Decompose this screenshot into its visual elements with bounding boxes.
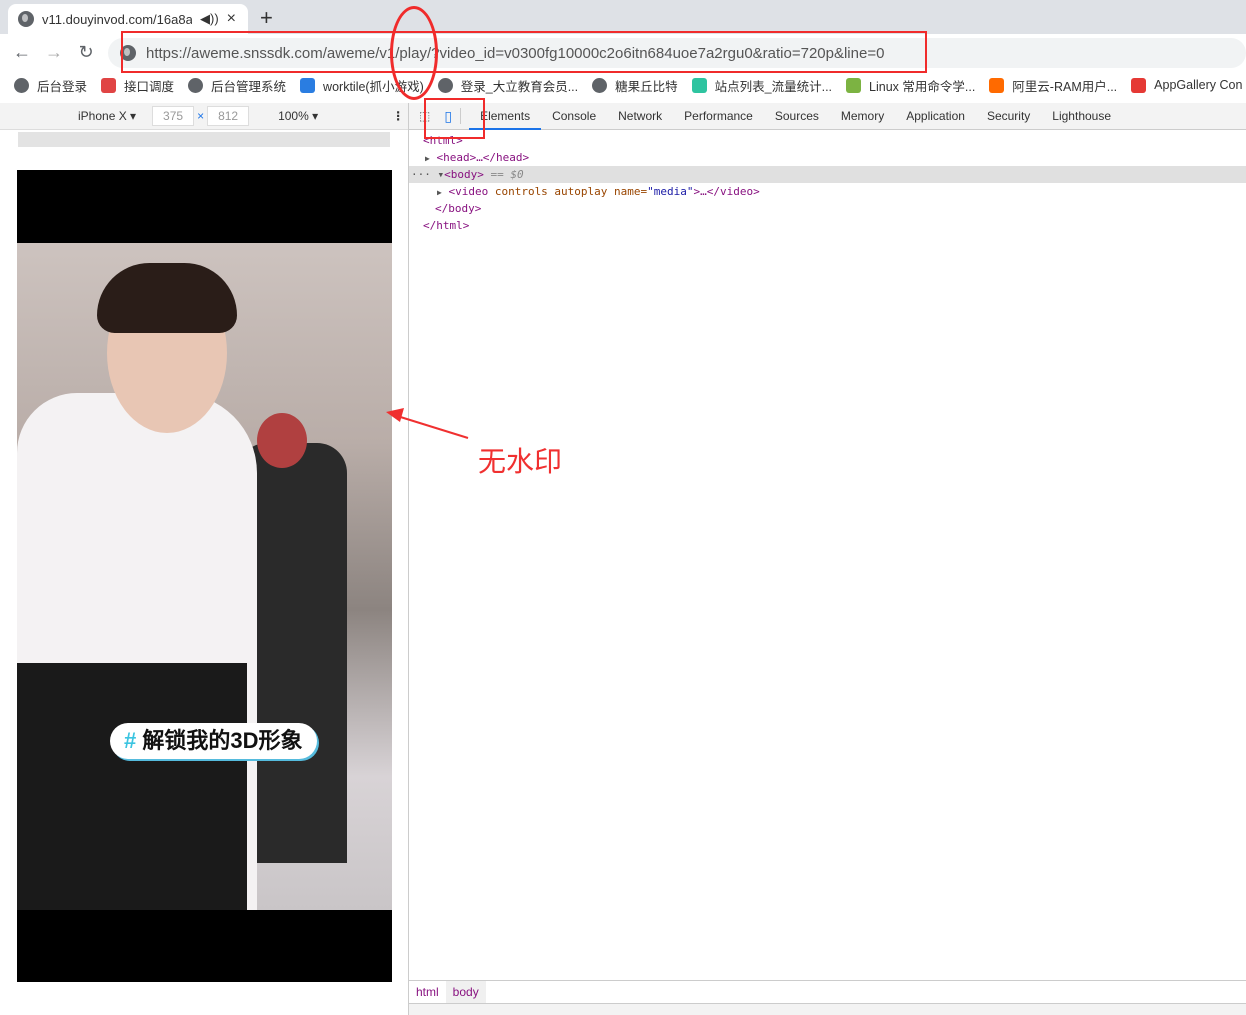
tab-memory[interactable]: Memory: [830, 103, 895, 130]
console-drawer: [409, 1004, 1246, 1015]
character-pants: [17, 663, 247, 910]
video-name-value: "media": [647, 185, 694, 198]
browser-tab[interactable]: v11.douyinvod.com/16a8a ◀)) ×: [8, 4, 248, 34]
bookmark-item[interactable]: Linux 常用命令学...: [846, 76, 975, 95]
device-name: iPhone X: [78, 109, 127, 123]
speaker-icon[interactable]: ◀)): [200, 11, 219, 27]
bookmark-item[interactable]: 站点列表_流量统计...: [691, 76, 833, 95]
annotation-arrow-icon: [386, 408, 469, 439]
video-tag: <video: [448, 185, 489, 198]
video-caption: # 解锁我的3D形象: [110, 723, 317, 759]
tab-strip: v11.douyinvod.com/16a8a ◀)) × +: [0, 0, 1246, 34]
bookmark-favicon-icon: [300, 77, 316, 93]
bookmark-favicon-icon: [592, 77, 608, 93]
height-input[interactable]: 812: [207, 106, 250, 126]
bookmark-item[interactable]: 接口调度: [101, 76, 174, 95]
hash-mark: #: [124, 728, 137, 753]
breadcrumb-html[interactable]: html: [409, 981, 446, 1003]
html-close-node[interactable]: </html>: [409, 217, 1246, 234]
tab-network[interactable]: Network: [607, 103, 673, 130]
forward-icon[interactable]: →: [38, 42, 70, 63]
back-icon[interactable]: ←: [6, 42, 38, 63]
bookmark-label: Linux 常用命令学...: [869, 79, 976, 94]
background-person-head: [257, 413, 307, 468]
bookmark-item[interactable]: 后台登录: [14, 76, 87, 95]
breadcrumb: html body: [409, 980, 1246, 1004]
video-player[interactable]: # 解锁我的3D形象: [17, 243, 392, 910]
bookmark-item[interactable]: 阿里云-RAM用户...: [989, 76, 1117, 95]
bookmark-favicon-icon: [437, 77, 453, 93]
devtools-tabs: Elements Console Network Performance Sources…: [469, 103, 1122, 130]
new-tab-button[interactable]: +: [260, 5, 273, 31]
head-tag: <head>…</head>: [436, 151, 530, 164]
zoom-select[interactable]: 100% ▾: [278, 109, 318, 123]
selected-marker: == $0: [490, 168, 524, 181]
video-attrs: controls autoplay: [494, 185, 608, 198]
html-open-node[interactable]: <html>: [409, 132, 1246, 149]
bookmarks-bar: 后台登录 接口调度 后台管理系统 worktile(抓小游戏) 登录_大立教育会员...…: [0, 70, 1246, 100]
bookmark-label: 后台管理系统: [211, 79, 287, 94]
bookmark-favicon-icon: [101, 77, 117, 93]
bookmark-label: AppGallery Con: [1154, 78, 1243, 92]
annotation-text: 无水印: [478, 446, 563, 477]
devtools-tabbar: ⬚ ▯ Elements Console Network Performance Sou…: [409, 103, 1246, 130]
tab-application[interactable]: Application: [895, 103, 976, 130]
bookmark-label: 阿里云-RAM用户...: [1012, 79, 1118, 94]
device-toolbar: iPhone X ▾ 375 × 812 100% ▾ ⋮: [0, 103, 408, 130]
tab-console[interactable]: Console: [541, 103, 607, 130]
tab-title: v11.douyinvod.com/16a8a: [42, 11, 192, 27]
reload-icon[interactable]: ↻: [70, 42, 102, 63]
bookmark-item[interactable]: 后台管理系统: [188, 76, 286, 95]
bookmark-label: 站点列表_流量统计...: [714, 79, 833, 94]
bookmark-label: 后台登录: [37, 79, 88, 94]
body-tag: <body>: [444, 168, 484, 181]
globe-icon: [18, 11, 34, 27]
device-viewport: # 解锁我的3D形象: [17, 170, 392, 982]
video-name-attr: name=: [614, 185, 648, 198]
tab-security[interactable]: Security: [976, 103, 1041, 130]
tab-performance[interactable]: Performance: [673, 103, 764, 130]
video-close-tag: >…</video>: [693, 185, 760, 198]
times-sign: ×: [197, 109, 205, 123]
bookmark-favicon-icon: [846, 77, 862, 93]
tab-close-button[interactable]: ×: [227, 10, 236, 28]
bookmark-favicon-icon: [989, 77, 1005, 93]
tab-sources[interactable]: Sources: [764, 103, 830, 130]
bookmark-item[interactable]: AppGallery Con: [1131, 77, 1243, 93]
elements-tree: <html> ▶ <head>…</head> ··· ▾<body> == $…: [409, 132, 1246, 234]
device-toggle-highlight-box: [424, 98, 485, 139]
bookmark-favicon-icon: [1131, 77, 1147, 93]
device-select[interactable]: iPhone X ▾: [78, 109, 136, 123]
highlight-ellipse: [390, 6, 438, 100]
bookmark-label: 接口调度: [124, 79, 175, 94]
bookmark-favicon-icon: [188, 77, 204, 93]
body-node[interactable]: ··· ▾<body> == $0: [409, 166, 1246, 183]
bookmark-label: 登录_大立教育会员...: [460, 79, 579, 94]
tab-lighthouse[interactable]: Lighthouse: [1041, 103, 1122, 130]
more-options-icon[interactable]: ⋮: [392, 109, 404, 123]
character-hair: [97, 263, 237, 333]
panel-divider[interactable]: [408, 103, 409, 1015]
width-input[interactable]: 375: [152, 106, 195, 126]
bookmark-item[interactable]: 登录_大立教育会员...: [437, 76, 579, 95]
zoom-value: 100%: [278, 109, 309, 123]
bookmark-favicon-icon: [14, 77, 29, 93]
bookmark-item[interactable]: 糖果丘比特: [592, 76, 678, 95]
video-node[interactable]: ▶ <video controls autoplay name="media">…: [409, 183, 1246, 200]
media-query-ruler: [18, 132, 390, 147]
bookmark-favicon-icon: [691, 77, 707, 93]
body-close-node[interactable]: </body>: [409, 200, 1246, 217]
caption-text: 解锁我的3D形象: [142, 728, 303, 753]
url-highlight-box: [121, 31, 927, 73]
head-node[interactable]: ▶ <head>…</head>: [409, 149, 1246, 166]
bookmark-label: 糖果丘比特: [615, 79, 678, 94]
breadcrumb-body[interactable]: body: [445, 981, 486, 1003]
